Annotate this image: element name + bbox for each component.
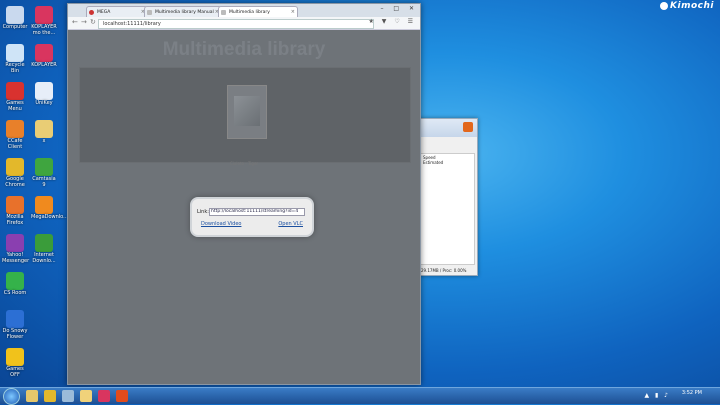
desktop-icon[interactable]: KOPLAYER [31, 44, 57, 68]
open-vlc-link[interactable]: Open VLC [278, 221, 303, 227]
taskbar-app-media[interactable] [62, 390, 74, 402]
taskbar-app-folder[interactable] [80, 390, 92, 402]
app-logo-icon[interactable] [463, 122, 473, 132]
desktop-icon-label: Computer [2, 24, 28, 30]
poster-image [234, 96, 260, 126]
download-manager-titlebar[interactable] [415, 119, 477, 137]
page-icon [147, 10, 152, 15]
desktop-icon-label: Games Menu [6, 100, 24, 112]
brand-watermark: Kimochi [660, 1, 714, 11]
app-icon [35, 196, 53, 214]
app-icon [6, 120, 24, 138]
app-icon [35, 44, 53, 62]
desktop-icon[interactable]: Internet Downlo... [31, 234, 57, 264]
stream-link-field[interactable]: http://localhost:11111/streaming?id=4 [209, 208, 305, 216]
app-icon [6, 272, 24, 290]
desktop-icon-label: KOPLAYER [31, 62, 57, 68]
taskbar: ▲ ▮ ♪ 3:52 PM [0, 387, 720, 405]
desktop-icon-label: Yahoo! Messenger [2, 252, 30, 264]
desktop-icon-label: UniKey [35, 100, 53, 106]
app-icon [35, 120, 53, 138]
page-icon [221, 10, 226, 15]
app-icon [6, 310, 24, 328]
page-title: Multimedia library [162, 39, 326, 60]
clock[interactable]: 3:52 PM [682, 391, 702, 396]
desktop-icon[interactable]: Mozilla Firefox [2, 196, 28, 226]
app-icon [6, 348, 24, 366]
taskbar-app-mega[interactable] [116, 390, 128, 402]
desktop-icon-label: Camtasia 9 [32, 176, 56, 188]
desktop-icon[interactable]: UniKey [31, 82, 57, 106]
app-icon [6, 158, 24, 176]
forward-icon[interactable]: → [81, 18, 87, 26]
download-status: 29.17MB / Proc: 0.00% [421, 268, 467, 273]
desktop-icon-label: CS Room [3, 290, 27, 296]
app-icon [6, 44, 24, 62]
browser-window[interactable]: MEGA × Multimedia library Manual × Multi… [67, 3, 421, 385]
desktop-icon[interactable]: Games OFF [2, 348, 28, 378]
video-title[interactable]: Ciuleto - Tiger [68, 161, 420, 166]
desktop-icon-label: MegaDownlo... [31, 214, 68, 220]
desktop-icon-label: CCafe Client [7, 138, 23, 150]
taskbar-app-chrome[interactable] [44, 390, 56, 402]
desktop-icon-label: x [42, 138, 46, 144]
video-thumbnail[interactable] [227, 85, 267, 139]
taskbar-app-explorer[interactable] [26, 390, 38, 402]
start-button[interactable] [3, 388, 20, 405]
system-tray[interactable]: ▲ ▮ ♪ [644, 392, 670, 399]
app-icon [35, 6, 53, 24]
desktop-icon[interactable]: Computer [2, 6, 28, 30]
desktop-icon-label: Recycle Bin [5, 62, 25, 74]
col-estimated: Estimated [423, 160, 444, 165]
desktop-icon[interactable]: Google Chrome [2, 158, 28, 188]
reload-icon[interactable]: ↻ [90, 18, 96, 26]
desktop-icon-label: Internet Downlo... [32, 252, 56, 264]
stream-link-dialog: Link: http://localhost:11111/streaming?i… [190, 197, 314, 237]
desktop-icon[interactable]: Yahoo! Messenger [2, 234, 30, 264]
download-video-link[interactable]: Download Video [201, 221, 241, 227]
desktop-icon[interactable]: CCafe Client [2, 120, 28, 150]
back-icon[interactable]: ← [72, 18, 78, 26]
app-icon [6, 234, 24, 252]
desktop-icon[interactable]: x [31, 120, 57, 144]
tab-strip: MEGA × Multimedia library Manual × Multi… [68, 4, 420, 18]
app-icon [35, 158, 53, 176]
link-label: Link: [197, 209, 209, 215]
download-list[interactable] [417, 153, 475, 265]
desktop-icon-label: KOPLAYER mo the... [31, 24, 57, 36]
taskbar-app-koplayer[interactable] [98, 390, 110, 402]
desktop-icon-label: Mozilla Firefox [6, 214, 24, 226]
media-gallery [79, 67, 411, 163]
desktop-icon[interactable]: MegaDownlo... [31, 196, 68, 220]
desktop-icon-label: Games OFF [6, 366, 24, 378]
mega-icon [89, 10, 94, 15]
download-manager-window[interactable]: Speed Estimated 29.17MB / Proc: 0.00% [414, 118, 478, 276]
app-icon [6, 6, 24, 24]
nav-bar: ← → ↻ localhost:11111/library ★ ▼ ♡ ☰ [68, 17, 420, 30]
app-icon [6, 82, 24, 100]
app-icon [6, 196, 24, 214]
window-controls[interactable]: – □ ✕ [380, 5, 418, 12]
desktop-icon-label: Do Snowy Flower [2, 328, 28, 340]
desktop-icon[interactable]: Recycle Bin [2, 44, 28, 74]
desktop-icon[interactable]: Do Snowy Flower [2, 310, 28, 340]
app-icon [35, 234, 53, 252]
app-icon [35, 82, 53, 100]
desktop-icon[interactable]: KOPLAYER mo the... [31, 6, 57, 36]
clock-time: 3:52 PM [681, 390, 702, 396]
toolbar-icons[interactable]: ★ ▼ ♡ ☰ [369, 18, 416, 25]
desktop-icon[interactable]: Camtasia 9 [31, 158, 57, 188]
address-bar[interactable]: localhost:11111/library [98, 19, 374, 29]
desktop-icon-label: Google Chrome [5, 176, 25, 188]
download-list-header: Speed Estimated [423, 155, 477, 165]
desktop-icon[interactable]: CS Room [2, 272, 28, 296]
desktop-icon[interactable]: Games Menu [2, 82, 28, 112]
